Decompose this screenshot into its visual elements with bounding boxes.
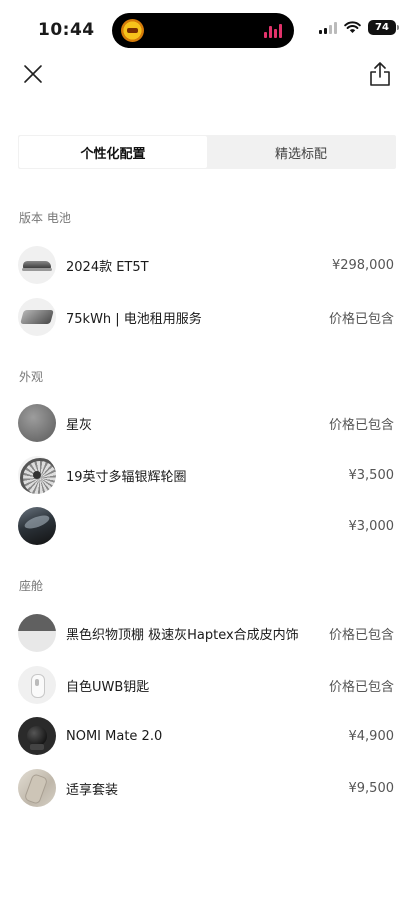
- color-swatch: [18, 404, 56, 442]
- dynamic-island: [112, 13, 294, 48]
- config-row-price: 价格已包含: [328, 679, 394, 695]
- config-row-roof[interactable]: ¥3,000: [0, 503, 414, 549]
- status-bar: 10:44 74: [0, 0, 414, 60]
- config-row-price: 价格已包含: [328, 311, 394, 327]
- section-title-exterior: 外观: [19, 370, 44, 384]
- battery-icon: 74: [368, 20, 399, 35]
- key-thumbnail: [18, 666, 56, 704]
- config-row-price: ¥298,000: [331, 257, 394, 273]
- config-row-key[interactable]: 自色UWB钥匙 价格已包含: [0, 662, 414, 708]
- config-row-model[interactable]: 2024款 ET5T ¥298,000: [0, 242, 414, 288]
- config-row-price: 价格已包含: [328, 417, 394, 433]
- config-row-label: 星灰: [66, 417, 93, 433]
- status-time: 10:44: [38, 20, 95, 40]
- config-row-label: NOMI Mate 2.0: [66, 728, 163, 744]
- config-row-paint[interactable]: 星灰 价格已包含: [0, 400, 414, 446]
- config-row-label: 2024款 ET5T: [66, 259, 149, 275]
- config-row-comfort-package[interactable]: 适享套装 ¥9,500: [0, 765, 414, 811]
- config-row-price: ¥4,900: [348, 728, 395, 744]
- tab-personalized-config[interactable]: 个性化配置: [19, 136, 207, 168]
- live-activity-app-icon: [121, 19, 144, 42]
- config-row-interior[interactable]: 黑色织物顶棚 极速灰Haptex合成皮内饰 价格已包含: [0, 610, 414, 656]
- roof-thumbnail: [18, 507, 56, 545]
- share-button[interactable]: [366, 60, 394, 88]
- section-title-cabin: 座舱: [19, 579, 44, 593]
- config-row-price: ¥9,500: [348, 780, 395, 796]
- config-row-label: 适享套装: [66, 782, 119, 798]
- cellular-signal-icon: [319, 21, 337, 34]
- config-row-label: 自色UWB钥匙: [66, 679, 150, 695]
- section-title-version-battery: 版本 电池: [19, 211, 71, 225]
- audio-visualizer-icon: [264, 24, 282, 38]
- car-thumbnail: [18, 246, 56, 284]
- config-row-battery[interactable]: 75kWh | 电池租用服务 价格已包含: [0, 294, 414, 340]
- config-row-price: ¥3,500: [348, 467, 395, 483]
- nomi-thumbnail: [18, 717, 56, 755]
- share-icon: [370, 62, 390, 86]
- close-button[interactable]: [19, 60, 47, 88]
- wheel-thumbnail: [18, 456, 56, 494]
- status-indicators: 74: [319, 20, 399, 35]
- config-row-nomi[interactable]: NOMI Mate 2.0 ¥4,900: [0, 713, 414, 759]
- config-segmented-control: 个性化配置 精选标配: [18, 135, 396, 169]
- config-row-price: ¥3,000: [348, 518, 395, 534]
- battery-thumbnail: [18, 298, 56, 336]
- config-row-price: 价格已包含: [328, 627, 394, 643]
- interior-thumbnail: [18, 614, 56, 652]
- seat-thumbnail: [18, 769, 56, 807]
- config-row-wheels[interactable]: 19英寸多辐银辉轮圈 ¥3,500: [0, 452, 414, 498]
- config-row-label: 19英寸多辐银辉轮圈: [66, 469, 187, 485]
- config-row-label: 75kWh | 电池租用服务: [66, 311, 202, 327]
- wifi-icon: [344, 21, 361, 33]
- close-icon: [24, 65, 42, 83]
- tab-standard-features[interactable]: 精选标配: [207, 136, 395, 168]
- config-row-label: 黑色织物顶棚 极速灰Haptex合成皮内饰: [66, 627, 299, 643]
